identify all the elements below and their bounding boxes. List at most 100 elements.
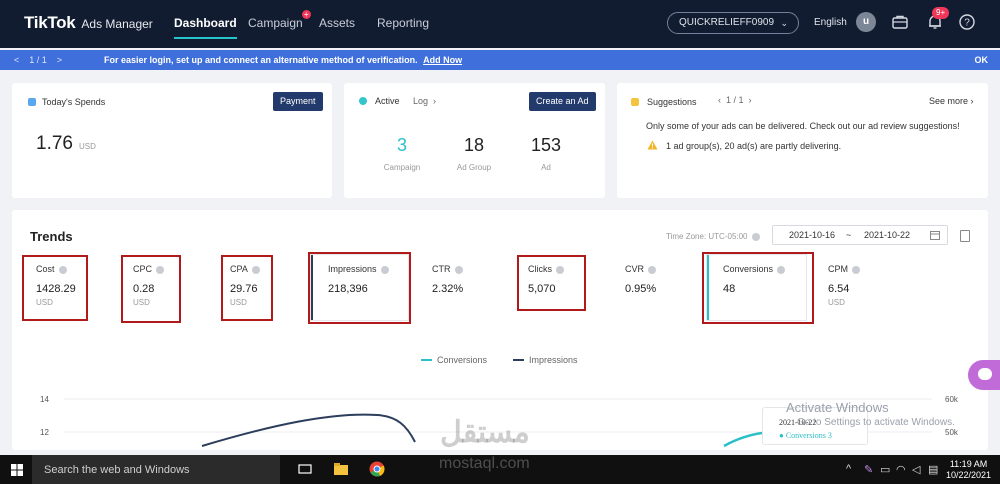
delivery-warning: 1 ad group(s), 20 ad(s) are partly deliv… [666, 141, 842, 151]
plus-badge-icon: + [301, 10, 311, 19]
campaign-count[interactable]: 3 [372, 135, 432, 156]
see-more-text: See more [929, 96, 969, 106]
metric-cpm[interactable]: CPM 6.54 USD [828, 264, 860, 307]
nav-assets-label: Assets [319, 16, 356, 30]
lightbulb-icon [631, 98, 639, 106]
verification-banner: < 1 / 1 > For easier login, set up and c… [0, 50, 1000, 70]
highlight-box-cpc [121, 255, 181, 323]
nav-campaign[interactable]: Campaign + [248, 10, 311, 30]
nav-reporting-label: Reporting [377, 16, 430, 30]
log-link-text: Log [413, 96, 429, 106]
nav-dashboard[interactable]: Dashboard [174, 16, 237, 39]
nav-assets[interactable]: Assets [319, 16, 355, 30]
active-status-icon [359, 97, 367, 105]
task-view-icon[interactable] [297, 461, 313, 477]
info-icon[interactable] [751, 232, 760, 241]
watermark-logo: مستقل [440, 416, 530, 449]
add-now-link[interactable]: Add Now [423, 55, 462, 65]
metric-cvr-name-text: CVR [625, 264, 645, 274]
notification-badge: 9+ [932, 7, 950, 19]
tray-keyboard-icon[interactable]: ▤ [928, 463, 938, 476]
create-ad-button[interactable]: Create an Ad [529, 92, 596, 111]
suggestions-pager[interactable]: ‹ 1 / 1 › [718, 95, 752, 105]
adgroup-count[interactable]: 18 [444, 135, 504, 156]
info-icon[interactable] [454, 265, 463, 274]
language-selector[interactable]: English [814, 17, 847, 28]
nav-reporting[interactable]: Reporting [377, 16, 429, 30]
highlight-box-clicks [517, 255, 586, 311]
tooltip-value-text: Conversions 3 [785, 431, 832, 440]
todays-spends-card: Today's Spends Payment 1.76 USD [12, 83, 332, 198]
metric-cpm-name-text: CPM [828, 264, 848, 274]
taskbar-search[interactable]: Search the web and Windows [32, 455, 280, 484]
active-tab-underline [174, 37, 237, 39]
timezone-text: Time Zone: UTC-05:00 [666, 232, 748, 241]
suggestion-text: Only some of your ads can be delivered. … [646, 121, 960, 131]
legend-impressions-swatch [513, 359, 524, 361]
legend-conversions[interactable]: Conversions [421, 355, 487, 365]
highlight-box-impressions [308, 252, 411, 324]
tray-pen-icon[interactable]: ✎ [864, 463, 873, 476]
tray-volume-icon[interactable]: ◁ [912, 463, 920, 476]
activate-windows-title: Activate Windows [786, 400, 889, 415]
info-icon[interactable] [852, 265, 860, 274]
adgroup-count-label: Ad Group [456, 163, 492, 172]
active-card: Active Log › Create an Ad 3 Campaign 18 … [344, 83, 605, 198]
activate-windows-subtitle: Go to Settings to activate Windows. [797, 417, 955, 428]
spend-value: 1.76 [36, 133, 73, 154]
clock-date: 10/22/2021 [946, 470, 992, 480]
account-selector[interactable]: QUICKRELIEFF0909 ⌄ [667, 12, 799, 34]
metric-cvr[interactable]: CVR 0.95% [625, 264, 656, 295]
metric-ctr[interactable]: CTR 2.32% [432, 264, 463, 295]
logo-subtext: Ads Manager [81, 17, 153, 31]
legend-impressions[interactable]: Impressions [513, 355, 578, 365]
watermark-url: mostaql.com [439, 455, 530, 472]
ad-count[interactable]: 153 [516, 135, 576, 156]
svg-text:?: ? [964, 18, 970, 29]
tray-network-icon[interactable]: ▭ [880, 463, 890, 476]
metric-cpm-unit: USD [828, 298, 845, 307]
taskbar-search-placeholder: Search the web and Windows [44, 464, 190, 476]
tray-wifi-icon[interactable]: ◠ [896, 463, 906, 476]
briefcase-icon[interactable] [891, 13, 909, 31]
calendar-icon [930, 231, 940, 240]
export-icon[interactable] [960, 230, 970, 242]
suggestions-card: Suggestions ‹ 1 / 1 › See more › Only so… [617, 83, 988, 198]
warning-icon [647, 140, 658, 150]
windows-start-icon[interactable] [11, 464, 23, 476]
ad-count-label: Ad [541, 163, 551, 172]
logo-text: TikTok [24, 13, 76, 32]
date-range-picker[interactable]: 2021-10-16 ~ 2021-10-22 [772, 225, 948, 245]
tray-chevron-icon[interactable]: ^ [846, 463, 851, 475]
highlight-box-cpa [221, 255, 273, 321]
taskbar-clock[interactable]: 11:19 AM 10/22/2021 [946, 459, 991, 481]
wallet-icon [28, 98, 36, 106]
suggestions-pager-text: 1 / 1 [726, 95, 744, 105]
see-more-link[interactable]: See more › [929, 96, 974, 106]
trends-title: Trends [30, 229, 73, 244]
chrome-icon[interactable] [369, 461, 385, 477]
banner-message: For easier login, set up and connect an … [104, 55, 462, 65]
help-icon[interactable]: ? [958, 13, 976, 31]
chat-support-button[interactable] [968, 360, 1000, 390]
banner-pager[interactable]: < 1 / 1 > [14, 55, 62, 65]
clock-time: 11:19 AM [949, 459, 988, 469]
payment-button[interactable]: Payment [273, 92, 323, 111]
file-explorer-icon[interactable] [333, 461, 349, 477]
banner-pager-text: 1 / 1 [29, 55, 47, 65]
tiktok-logo[interactable]: TikTok Ads Manager [24, 13, 153, 33]
nav-campaign-label: Campaign [248, 16, 303, 30]
tooltip-value: ● Conversions 3 [779, 431, 832, 440]
metric-cpm-name: CPM [828, 264, 860, 274]
banner-ok-button[interactable]: OK [975, 55, 989, 65]
metric-ctr-name-text: CTR [432, 264, 451, 274]
highlight-box-cost [22, 255, 88, 321]
chat-icon [978, 368, 992, 380]
log-link[interactable]: Log › [413, 96, 436, 106]
banner-message-text: For easier login, set up and connect an … [104, 55, 418, 65]
timezone-label: Time Zone: UTC-05:00 [666, 232, 760, 241]
metric-cvr-value: 0.95% [625, 283, 657, 295]
avatar[interactable]: u [856, 12, 876, 32]
info-icon[interactable] [648, 265, 657, 274]
metric-ctr-value: 2.32% [432, 283, 464, 295]
